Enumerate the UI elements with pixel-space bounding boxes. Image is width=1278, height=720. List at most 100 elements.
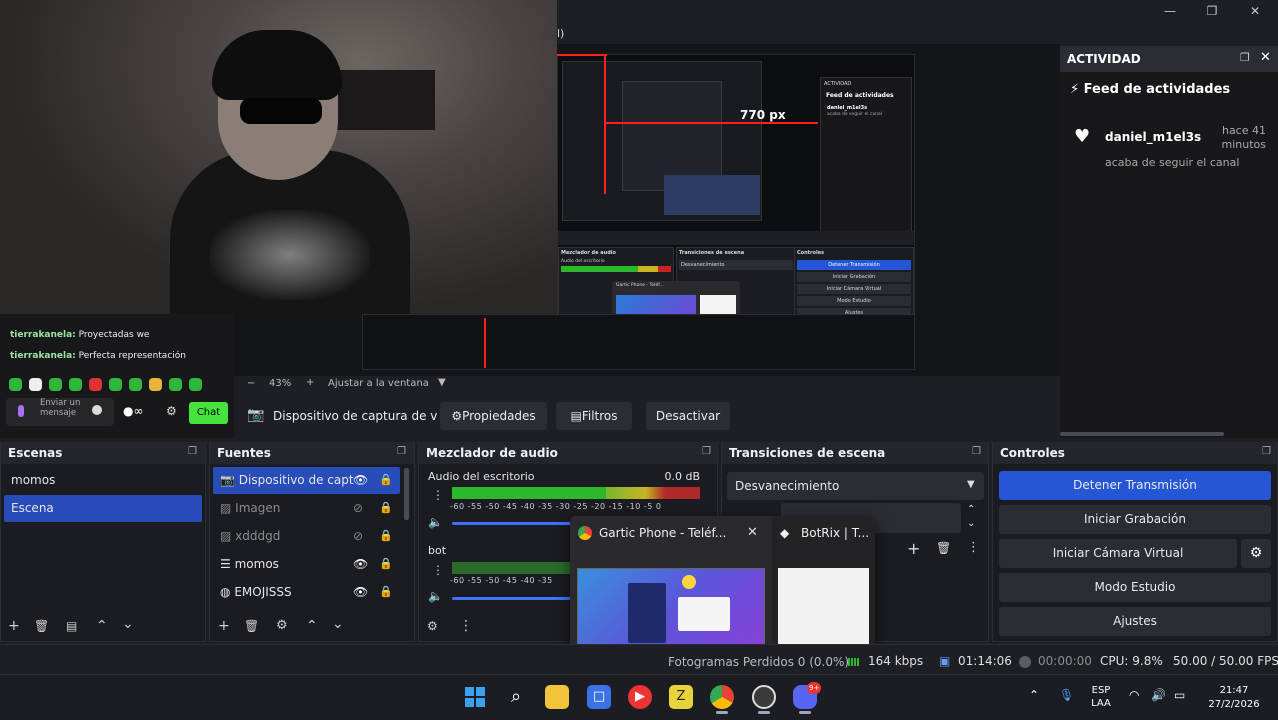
botrix-window[interactable]: ◆ BotRix | T...	[772, 516, 875, 660]
lock-icon[interactable]: 🔒	[379, 473, 393, 486]
dock-float-icon[interactable]: ❐	[1262, 446, 1271, 457]
spin-up-icon[interactable]: ⌃	[967, 504, 975, 515]
dock-float-icon[interactable]: ❐	[188, 446, 197, 457]
emote-icon[interactable]	[29, 378, 42, 391]
botrix-thumbnail[interactable]	[778, 568, 869, 656]
add-icon[interactable]: +	[218, 618, 230, 634]
volume-icon[interactable]: 🔊	[1151, 688, 1166, 702]
chevron-up-icon[interactable]: ⌃	[1029, 688, 1039, 702]
more-options-icon[interactable]: ⋮	[432, 488, 444, 502]
dock-close-icon[interactable]: ✕	[1260, 50, 1271, 65]
transition-select[interactable]: Desvanecimiento ▼	[727, 472, 984, 500]
start-recording-button[interactable]: Iniciar Grabación	[999, 505, 1271, 534]
zoom-out-button[interactable]: −	[247, 378, 255, 389]
move-down-icon[interactable]: ⌄	[122, 616, 134, 632]
media-player-icon[interactable]: ▶	[628, 685, 652, 709]
dock-float-icon[interactable]: ❐	[397, 446, 406, 457]
sources-scrollbar[interactable]	[404, 468, 409, 520]
app-z-icon[interactable]: Z	[669, 685, 693, 709]
chrome-icon[interactable]	[710, 685, 734, 709]
stop-streaming-button[interactable]: Detener Transmisión	[999, 471, 1271, 500]
clock[interactable]: 21:47 27/2/2026	[1200, 684, 1268, 712]
trash-icon[interactable]: 🗑	[244, 619, 259, 633]
gear-icon[interactable]: ⚙	[276, 618, 288, 633]
more-options-icon[interactable]: ⋮	[459, 618, 473, 634]
eye-hidden-icon[interactable]: ⊘	[353, 501, 363, 515]
app-icon[interactable]: □	[587, 685, 611, 709]
source-item[interactable]: ▨ xdddgd	[213, 523, 400, 550]
spin-down-icon[interactable]: ⌄	[967, 518, 975, 529]
source-item[interactable]: ☰ momos	[213, 551, 400, 578]
filter-icon[interactable]: ▤	[66, 619, 77, 633]
move-down-icon[interactable]: ⌄	[332, 616, 344, 632]
properties-button[interactable]: ⚙Propiedades	[440, 402, 547, 430]
wifi-icon[interactable]: ◠	[1129, 688, 1139, 702]
eye-icon[interactable]: 👁	[353, 557, 368, 571]
eye-hidden-icon[interactable]: ⊘	[353, 529, 363, 543]
dock-float-icon[interactable]: ❐	[972, 446, 981, 457]
more-options-icon[interactable]: ⋮	[432, 563, 444, 577]
channel-points-icon[interactable]: ●∞	[123, 404, 143, 418]
gartic-thumbnail[interactable]	[577, 568, 765, 654]
emote-icon[interactable]	[169, 378, 182, 391]
chat-send-button[interactable]: Chat	[189, 402, 228, 424]
zoom-in-button[interactable]: +	[306, 377, 314, 388]
lock-icon[interactable]: 🔒	[379, 529, 393, 542]
add-icon[interactable]: +	[8, 618, 20, 634]
speaker-icon[interactable]: 🔈	[428, 589, 443, 603]
language-indicator[interactable]: ESP LAA	[1088, 684, 1114, 710]
deactivate-button[interactable]: Desactivar	[646, 402, 730, 430]
emote-icon[interactable]	[69, 378, 82, 391]
emote-icon[interactable]	[89, 378, 102, 391]
close-window-button[interactable]: ✕	[1243, 2, 1267, 20]
obs-icon[interactable]	[752, 685, 776, 709]
volume-slider[interactable]	[452, 597, 572, 600]
eye-icon[interactable]: 👁	[353, 473, 368, 487]
lock-icon[interactable]: 🔒	[379, 557, 393, 570]
eye-icon[interactable]: 👁	[353, 585, 368, 599]
windows-start-icon[interactable]	[463, 685, 487, 709]
virtual-camera-settings-button[interactable]: ⚙	[1241, 539, 1271, 568]
filters-button[interactable]: ▤Filtros	[556, 402, 632, 430]
zoom-fit-label[interactable]: Ajustar a la ventana	[328, 378, 429, 389]
emote-icon[interactable]	[189, 378, 202, 391]
volume-slider[interactable]	[452, 522, 572, 525]
lock-icon[interactable]: 🔒	[379, 501, 393, 514]
emote-icon[interactable]	[49, 378, 62, 391]
microphone-icon[interactable]: 🎙	[1059, 688, 1074, 702]
popup-tab-title[interactable]: Gartic Phone - Teléf...	[599, 526, 726, 540]
file-explorer-icon[interactable]	[545, 685, 569, 709]
studio-mode-button[interactable]: Modo Estudio	[999, 573, 1271, 602]
source-item[interactable]: ▨ Imagen	[213, 495, 400, 522]
emote-icon[interactable]	[129, 378, 142, 391]
minimize-button[interactable]: —	[1158, 2, 1182, 20]
move-up-icon[interactable]: ⌃	[306, 618, 318, 634]
trash-icon[interactable]: 🗑	[34, 619, 49, 633]
popup-tab-title[interactable]: BotRix | T...	[801, 526, 869, 540]
dock-float-icon[interactable]: ❐	[1240, 51, 1250, 64]
chat-input[interactable]: Enviar un mensaje	[6, 398, 114, 426]
popup-close-button[interactable]: ✕	[747, 525, 758, 540]
start-virtual-camera-button[interactable]: Iniciar Cámara Virtual	[999, 539, 1237, 568]
emote-icon[interactable]	[149, 378, 162, 391]
settings-button[interactable]: Ajustes	[999, 607, 1271, 636]
activity-scrollbar[interactable]	[1060, 432, 1224, 436]
source-item[interactable]: 📷 Dispositivo de capt	[213, 467, 400, 494]
trash-icon[interactable]: 🗑	[936, 541, 951, 555]
scene-item[interactable]: momos	[4, 467, 202, 494]
battery-icon[interactable]: ▭	[1174, 688, 1185, 702]
emote-icon[interactable]	[109, 378, 122, 391]
gear-icon[interactable]: ⚙	[427, 619, 438, 633]
dock-float-icon[interactable]: ❐	[702, 446, 711, 457]
move-up-icon[interactable]: ⌃	[96, 618, 108, 634]
emote-picker-icon[interactable]	[92, 405, 102, 415]
search-icon[interactable]: ⌕	[504, 685, 528, 709]
scene-item-selected[interactable]: Escena	[4, 495, 202, 522]
add-icon[interactable]: +	[907, 539, 920, 558]
lock-icon[interactable]: 🔒	[379, 585, 393, 598]
emote-icon[interactable]	[9, 378, 22, 391]
zoom-dropdown-icon[interactable]: ▼	[438, 377, 446, 388]
chat-settings-icon[interactable]: ⚙	[166, 404, 177, 418]
source-item[interactable]: ◍ EMOJISSS	[213, 579, 400, 606]
more-options-icon[interactable]: ⋮	[967, 540, 980, 555]
